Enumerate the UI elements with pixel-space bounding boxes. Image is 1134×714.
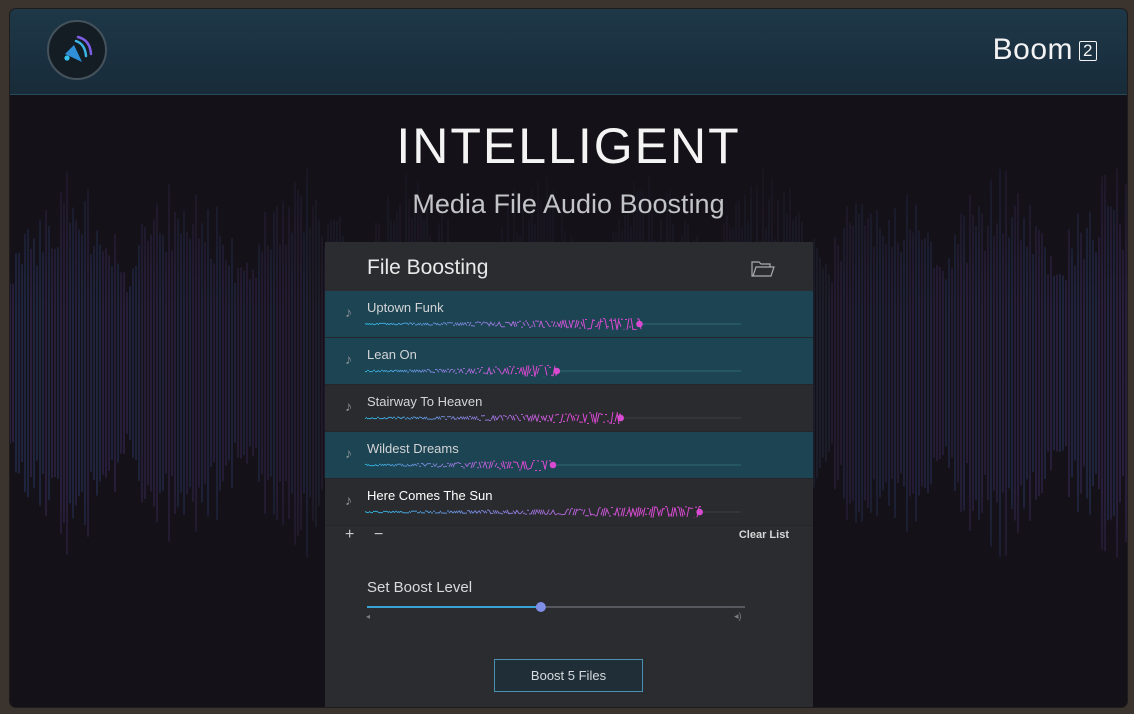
music-note-icon: ♪	[345, 304, 352, 320]
hero-subtitle: Media File Audio Boosting	[412, 189, 725, 219]
folder-icon[interactable]	[751, 261, 775, 277]
speaker-waves-logo-icon	[64, 35, 93, 62]
track-boost-waveform[interactable]	[365, 459, 745, 471]
app-logo	[47, 20, 107, 80]
slider-knob[interactable]	[535, 602, 546, 612]
app-header: Boom 2	[10, 9, 1127, 95]
track-boost-waveform[interactable]	[365, 506, 745, 518]
boost-level-slider[interactable]	[367, 600, 747, 614]
boost-handle[interactable]	[636, 320, 643, 328]
music-note-icon: ♪	[345, 492, 352, 508]
track-boost-waveform[interactable]	[365, 365, 745, 377]
speaker-low-icon: ◂	[366, 612, 371, 621]
track-name: Uptown Funk	[367, 300, 444, 315]
list-item[interactable]: ♪ Stairway To Heaven	[325, 385, 813, 432]
track-name: Here Comes The Sun	[367, 488, 493, 503]
music-note-icon: ♪	[345, 351, 352, 367]
list-controls: + − Clear List	[325, 524, 813, 548]
add-file-button[interactable]: +	[345, 526, 354, 544]
boost-handle[interactable]	[549, 461, 557, 469]
remove-file-button[interactable]: −	[374, 526, 383, 544]
track-name: Stairway To Heaven	[367, 394, 483, 409]
speaker-high-icon: ◂)	[734, 611, 742, 621]
brand-logo: Boom 2	[993, 33, 1097, 67]
panel-header: File Boosting	[325, 242, 813, 291]
brand-version-badge: 2	[1079, 41, 1097, 61]
track-boost-waveform[interactable]	[365, 412, 745, 424]
brand-name: Boom	[992, 33, 1074, 66]
music-note-icon: ♪	[345, 445, 352, 461]
panel-title: File Boosting	[367, 256, 489, 279]
boost-handle[interactable]	[696, 508, 703, 516]
boost-handle[interactable]	[617, 414, 624, 422]
track-name: Lean On	[367, 347, 417, 362]
app-window: Boom 2 INTELLIGENT Media File Audio Boos…	[10, 9, 1127, 707]
track-name: Wildest Dreams	[367, 441, 459, 456]
list-item[interactable]: ♪ Wildest Dreams	[325, 432, 813, 479]
clear-list-button[interactable]: Clear List	[739, 529, 789, 541]
file-boosting-panel: File Boosting ♪ Uptown Funk ♪ Lean On ♪ …	[325, 242, 813, 707]
hero-title: INTELLIGENT	[396, 118, 741, 174]
list-item[interactable]: ♪ Lean On	[325, 338, 813, 385]
boost-files-button[interactable]: Boost 5 Files	[494, 659, 643, 692]
boost-handle[interactable]	[553, 367, 561, 375]
music-note-icon: ♪	[345, 398, 352, 414]
list-item[interactable]: ♪ Uptown Funk	[325, 291, 813, 338]
track-boost-waveform[interactable]	[365, 318, 745, 330]
list-item[interactable]: ♪ Here Comes The Sun	[325, 479, 813, 526]
boost-level-label: Set Boost Level	[367, 579, 473, 596]
